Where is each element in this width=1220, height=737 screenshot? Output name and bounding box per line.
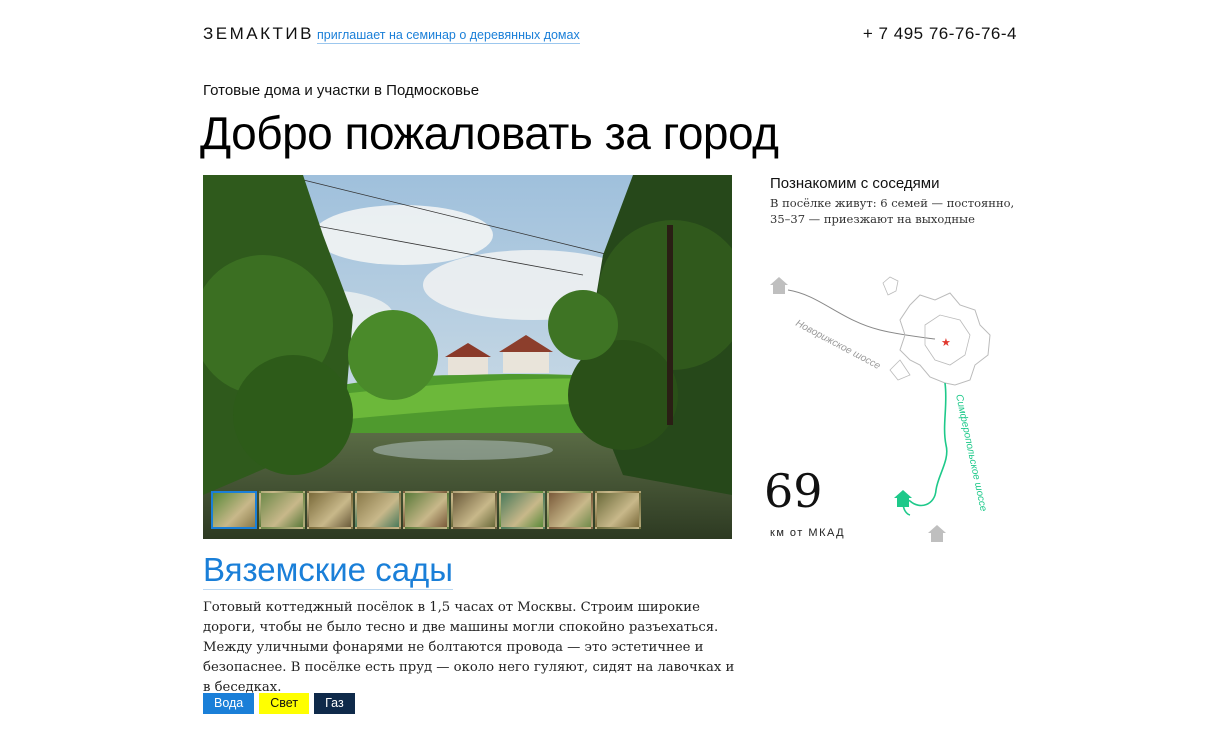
gallery-thumbnail[interactable] [211,491,257,529]
tag-water[interactable]: Вода [203,693,255,714]
tag-gas[interactable]: Газ [314,693,355,714]
gallery-thumbnail[interactable] [499,491,545,529]
neighbors-title: Познакомим с соседями [770,175,940,192]
logo[interactable]: ЗЕМАКТИВ [203,24,314,44]
page-title: Добро пожаловать за город [200,107,779,159]
phone-number[interactable]: + 7 495 76-76-76-4 [863,24,1017,44]
thumbnail-strip [211,491,641,529]
amenity-tags: Вода Свет Газ [203,693,355,714]
main-photo [203,175,732,539]
home-icon-bottom [928,525,946,542]
neighbors-text: В посёлке живут: 6 семей — постоянно, 35… [770,196,1015,226]
seminar-invite-link[interactable]: приглашает на семинар о деревянных домах [317,28,580,44]
gallery-thumbnail[interactable] [355,491,401,529]
distance-label: км от МКАД [770,527,846,539]
tag-electricity[interactable]: Свет [259,693,310,714]
village-description: Готовый коттеджный посёлок в 1,5 часах о… [203,600,735,695]
distance-value: 69 [764,464,823,518]
gallery-thumbnail[interactable] [595,491,641,529]
gallery-thumbnail[interactable] [403,491,449,529]
gallery-thumbnail[interactable] [307,491,353,529]
road-label-novorizhskoe: Новорижское шоссе [794,318,883,372]
gallery-thumbnail[interactable] [547,491,593,529]
gallery-thumbnail[interactable] [451,491,497,529]
home-icon-novorizhskoe [770,277,788,294]
gallery-thumbnail[interactable] [259,491,305,529]
page-subtitle: Готовые дома и участки в Подмосковье [203,82,480,99]
home-icon-village [894,490,912,507]
landscape-photo [203,175,732,539]
village-name-link[interactable]: Вяземские сады [203,551,454,590]
moscow-star-icon: ★ [941,336,951,349]
road-label-simferopolskoe: Симферопольское шоссе [953,393,990,513]
